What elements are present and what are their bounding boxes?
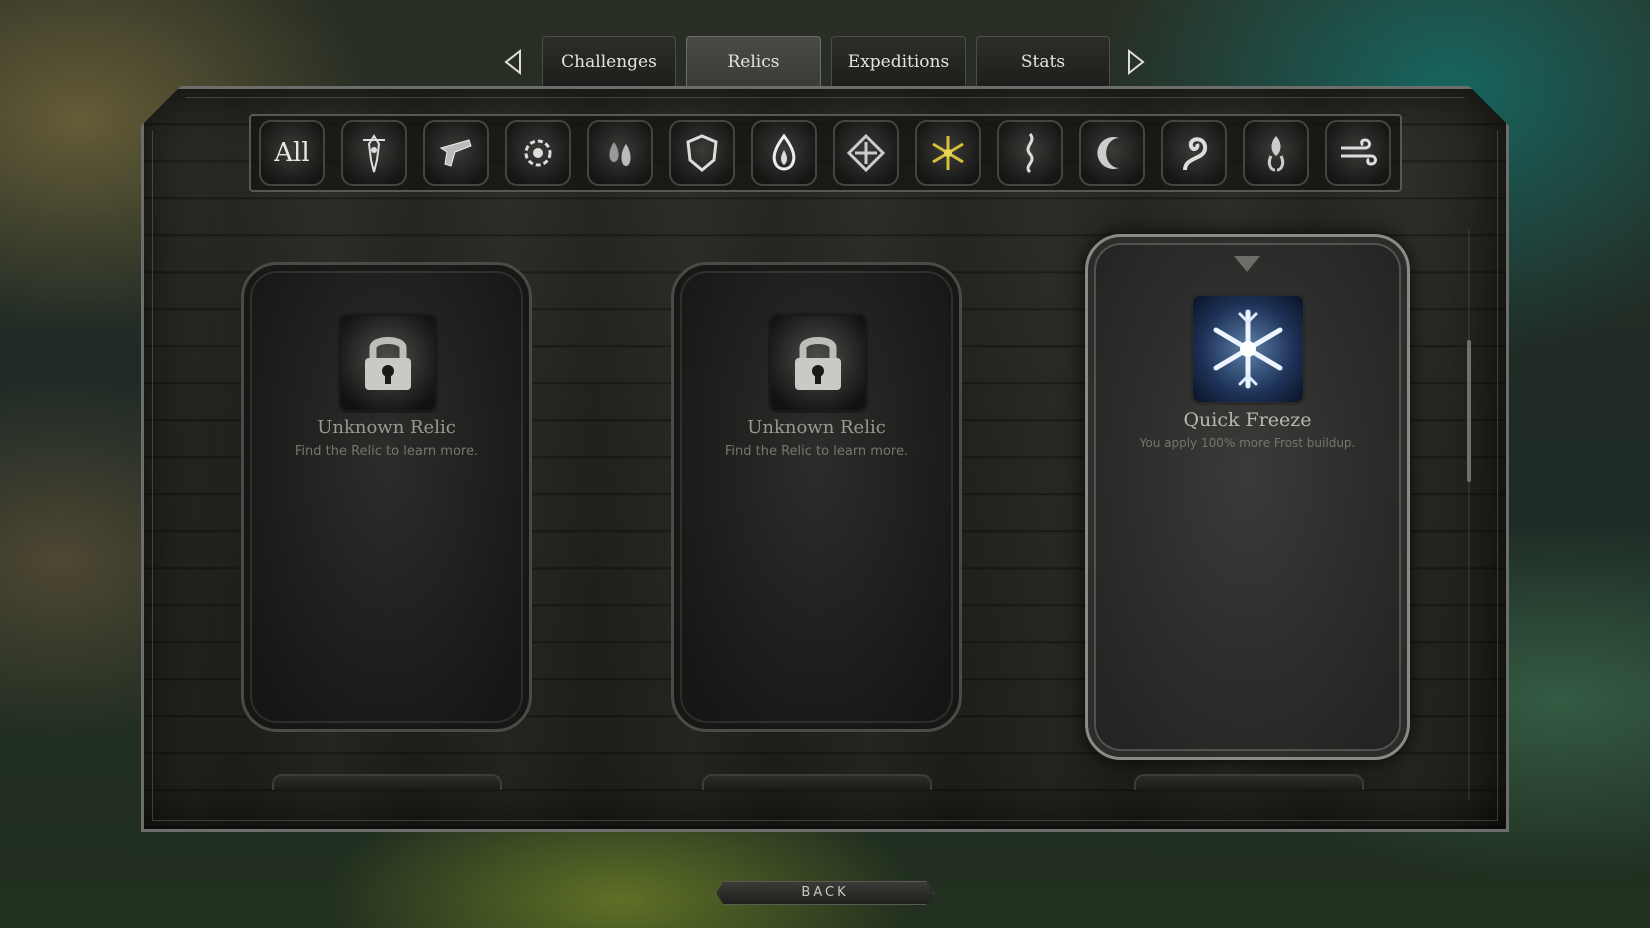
moon-icon[interactable] [1079, 120, 1145, 186]
scrollbar-thumb[interactable] [1467, 340, 1471, 482]
spirit-icon[interactable] [1243, 120, 1309, 186]
tentacle-icon[interactable] [1161, 120, 1227, 186]
tab-challenges[interactable]: Challenges [542, 36, 676, 87]
chevron-right-icon[interactable] [1121, 48, 1149, 76]
relic-title: Unknown Relic [317, 417, 456, 438]
flame-icon[interactable] [751, 120, 817, 186]
relic-description: Find the Relic to learn more. [724, 444, 909, 459]
relic-card-1[interactable]: Unknown Relic Find the Relic to learn mo… [241, 262, 532, 732]
relic-title: Quick Freeze [1183, 409, 1312, 431]
scrollbar-track[interactable] [1468, 230, 1470, 800]
figure-icon[interactable] [341, 120, 407, 186]
chevron-left-icon[interactable] [500, 48, 528, 76]
card-pedestal [1134, 774, 1364, 790]
snowflake-icon [1190, 293, 1306, 405]
top-tab-bar: Challenges Relics Expeditions Stats [0, 36, 1650, 88]
back-button[interactable]: BACK [716, 881, 934, 905]
tab-relics[interactable]: Relics [686, 36, 821, 87]
lock-icon [338, 313, 438, 413]
cross-arrows-icon[interactable] [833, 120, 899, 186]
frost-star-icon[interactable] [915, 120, 981, 186]
card-pedestal [272, 774, 502, 790]
lock-icon [768, 313, 868, 413]
shield-icon[interactable] [669, 120, 735, 186]
wind-icon[interactable] [1325, 120, 1391, 186]
selection-arrow-icon [1234, 256, 1260, 272]
relic-card-3[interactable]: Quick Freeze You apply 100% more Frost b… [1085, 234, 1410, 760]
fire-drops-icon[interactable] [587, 120, 653, 186]
spiral-blade-icon[interactable] [997, 120, 1063, 186]
relic-card-2[interactable]: Unknown Relic Find the Relic to learn mo… [671, 262, 962, 732]
card-pedestal [702, 774, 932, 790]
gear-emblem-icon[interactable] [505, 120, 571, 186]
filter-all-button[interactable]: All [259, 120, 325, 186]
tab-stats[interactable]: Stats [976, 36, 1110, 87]
relic-description: Find the Relic to learn more. [294, 444, 479, 459]
relic-title: Unknown Relic [747, 417, 886, 438]
relic-category-filter-bar: All [249, 114, 1402, 192]
tab-expeditions[interactable]: Expeditions [831, 36, 966, 87]
pistol-icon[interactable] [423, 120, 489, 186]
relic-description: You apply 100% more Frost buildup. [1139, 436, 1356, 450]
